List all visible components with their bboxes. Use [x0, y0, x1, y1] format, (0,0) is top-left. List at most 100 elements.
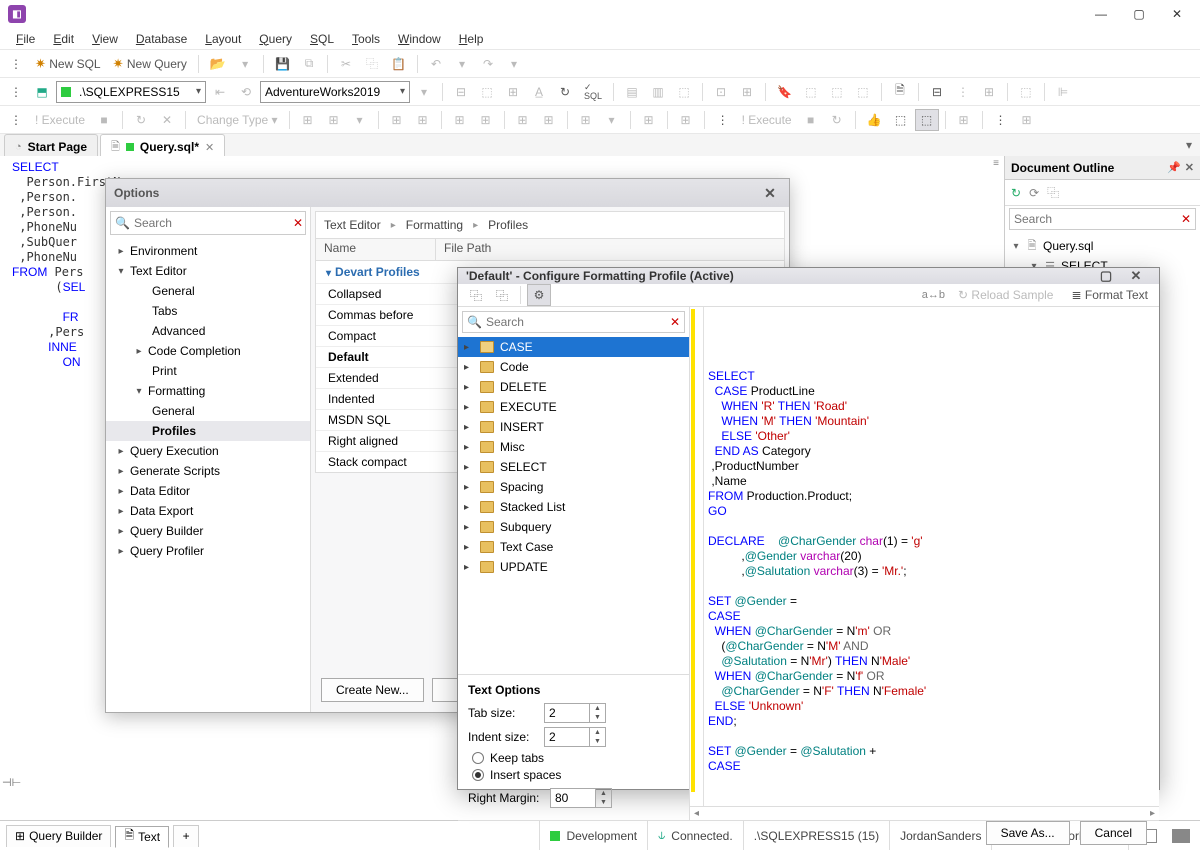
database-combo[interactable]: AdventureWorks2019▾ — [260, 81, 410, 103]
server-combo[interactable]: .\SQLEXPRESS15▾ — [56, 81, 206, 103]
execute-button[interactable]: ! Execute — [30, 109, 90, 131]
prev-icon[interactable]: ⇤ — [208, 81, 232, 103]
clear-icon[interactable]: ✕ — [293, 216, 303, 230]
profile-close-icon[interactable]: ✕ — [1121, 268, 1151, 284]
reload-sample-button[interactable]: ↻ Reload Sample — [953, 284, 1058, 306]
expand-all-icon[interactable]: ⿻ — [464, 284, 488, 306]
sync-icon[interactable]: ⟳ — [1029, 186, 1039, 200]
t3-6[interactable]: ⊞ — [448, 109, 472, 131]
clear-search-icon[interactable]: ✕ — [1181, 212, 1191, 226]
undo-icon[interactable]: ↶ — [424, 53, 448, 75]
pin-icon[interactable]: 📌 — [1167, 161, 1181, 174]
t3-9[interactable]: ⊞ — [537, 109, 561, 131]
tree-update[interactable]: ▸UPDATE — [458, 557, 689, 577]
tree-spacing[interactable]: ▸Spacing — [458, 477, 689, 497]
t3-12[interactable]: ⊞ — [674, 109, 698, 131]
t-icon-1[interactable]: ⊟ — [449, 81, 473, 103]
options-titlebar[interactable]: Options ✕ — [106, 179, 789, 207]
options-search-input[interactable] — [134, 216, 289, 230]
menu-window[interactable]: Window — [390, 30, 449, 48]
sql-icon[interactable]: ✓SQL — [579, 81, 607, 103]
t3-17[interactable]: ⊞ — [1015, 109, 1039, 131]
change-type-button[interactable]: Change Type ▾ — [192, 109, 283, 131]
create-new-button[interactable]: Create New... — [321, 678, 424, 702]
crumb-1[interactable]: Text Editor — [324, 218, 381, 232]
tree-root[interactable]: ▾🗎Query.sql — [1011, 236, 1194, 256]
t-icon-10[interactable]: ⬚ — [799, 81, 823, 103]
opt-query-profiler[interactable]: ▸Query Profiler — [106, 541, 310, 561]
doc-icon[interactable]: 🗎 — [888, 81, 912, 103]
t-icon-16[interactable]: ⊫ — [1051, 81, 1075, 103]
t-icon-13[interactable]: ⊟ — [925, 81, 949, 103]
query-builder-tab[interactable]: ⊞Query Builder — [6, 825, 111, 847]
opt-code-completion[interactable]: ▸Code Completion — [106, 341, 310, 361]
opt-formatting[interactable]: ▾Formatting — [106, 381, 310, 401]
paste-icon[interactable]: 📋 — [386, 53, 411, 75]
profile-maximize-icon[interactable]: ▢ — [1091, 268, 1121, 284]
tab-size-spinner[interactable]: ▲▼ — [544, 703, 606, 723]
tree-select[interactable]: ▸SELECT — [458, 457, 689, 477]
t3-4[interactable]: ⊞ — [385, 109, 409, 131]
t-icon-14[interactable]: ⊞ — [977, 81, 1001, 103]
options-search[interactable]: 🔍 ✕ — [110, 211, 306, 235]
t-icon-9[interactable]: ⊞ — [735, 81, 759, 103]
t-icon-2[interactable]: ⬚ — [475, 81, 499, 103]
options-close-icon[interactable]: ✕ — [759, 185, 781, 202]
cut-icon[interactable]: ✂ — [334, 53, 358, 75]
collapse-all-icon[interactable]: ⿻ — [490, 284, 514, 306]
opt-environment[interactable]: ▸Environment — [106, 241, 310, 261]
col-filepath[interactable]: File Path — [436, 239, 499, 260]
t3-13[interactable]: 👍 — [862, 109, 887, 131]
t3-10[interactable]: ⊞ — [574, 109, 598, 131]
crumb-2[interactable]: Formatting — [406, 218, 463, 232]
t-icon-3[interactable]: ⊞ — [501, 81, 525, 103]
t3-2[interactable]: ⊞ — [322, 109, 346, 131]
add-tab[interactable]: + — [173, 825, 199, 847]
minimize-button[interactable]: — — [1082, 0, 1120, 28]
keep-tabs-radio[interactable]: Keep tabs — [472, 751, 679, 765]
hscrollbar[interactable]: ◂▸ — [690, 806, 1159, 820]
close-button[interactable]: ✕ — [1158, 0, 1196, 28]
opt-query-builder[interactable]: ▸Query Builder — [106, 521, 310, 541]
code-preview[interactable]: SELECT CASE ProductLine WHEN 'R' THEN 'R… — [690, 307, 1159, 806]
opt-profiles[interactable]: Profiles — [106, 421, 310, 441]
menu-help[interactable]: Help — [451, 30, 492, 48]
redo-icon[interactable]: ↷ — [476, 53, 500, 75]
save-all-icon[interactable]: ⧉ — [297, 53, 321, 75]
t3-3[interactable]: ▾ — [348, 109, 372, 131]
cancel-button[interactable]: Cancel — [1080, 821, 1147, 845]
refresh2-icon[interactable]: ↻ — [553, 81, 577, 103]
t-icon-15[interactable]: ⬚ — [1014, 81, 1038, 103]
execute2-button[interactable]: ! Execute — [737, 109, 797, 131]
copy-outline-icon[interactable]: ⿻ — [1047, 184, 1059, 201]
connection-icon[interactable]: ⬒ — [30, 81, 54, 103]
t3-14[interactable]: ⬚ — [889, 109, 913, 131]
close-panel-icon[interactable]: ✕ — [1185, 161, 1194, 174]
t3-15[interactable]: ⬚ — [915, 109, 939, 131]
open-button[interactable]: 📂 — [205, 53, 231, 75]
opt-data-editor[interactable]: ▸Data Editor — [106, 481, 310, 501]
menu-file[interactable]: File — [8, 30, 43, 48]
tree-code[interactable]: ▸Code — [458, 357, 689, 377]
cancel-icon[interactable]: ✕ — [155, 109, 179, 131]
opt-general[interactable]: General — [106, 281, 310, 301]
opt-query-execution[interactable]: ▸Query Execution — [106, 441, 310, 461]
format-text-button[interactable]: ≣ Format Text — [1066, 284, 1153, 306]
profile-titlebar[interactable]: 'Default' - Configure Formatting Profile… — [458, 268, 1159, 284]
settings-icon[interactable]: ⚙ — [527, 284, 551, 306]
clear-icon[interactable]: ✕ — [670, 315, 680, 329]
menu-tools[interactable]: Tools — [344, 30, 388, 48]
menu-sql[interactable]: SQL — [302, 30, 342, 48]
opt-text-editor[interactable]: ▾Text Editor — [106, 261, 310, 281]
bookmark-icon[interactable]: 🔖 — [772, 81, 797, 103]
ab-toggle[interactable]: a↔b — [922, 289, 945, 301]
t-icon-5[interactable]: ▤ — [620, 81, 644, 103]
profile-search-input[interactable] — [486, 315, 666, 329]
crumb-3[interactable]: Profiles — [488, 218, 528, 232]
tab-size-input[interactable] — [545, 704, 589, 722]
t-icon-12[interactable]: ⬚ — [851, 81, 875, 103]
copy-icon[interactable]: ⿻ — [360, 53, 384, 75]
tree-delete[interactable]: ▸DELETE — [458, 377, 689, 397]
maximize-button[interactable]: ▢ — [1120, 0, 1158, 28]
opt-advanced[interactable]: Advanced — [106, 321, 310, 341]
